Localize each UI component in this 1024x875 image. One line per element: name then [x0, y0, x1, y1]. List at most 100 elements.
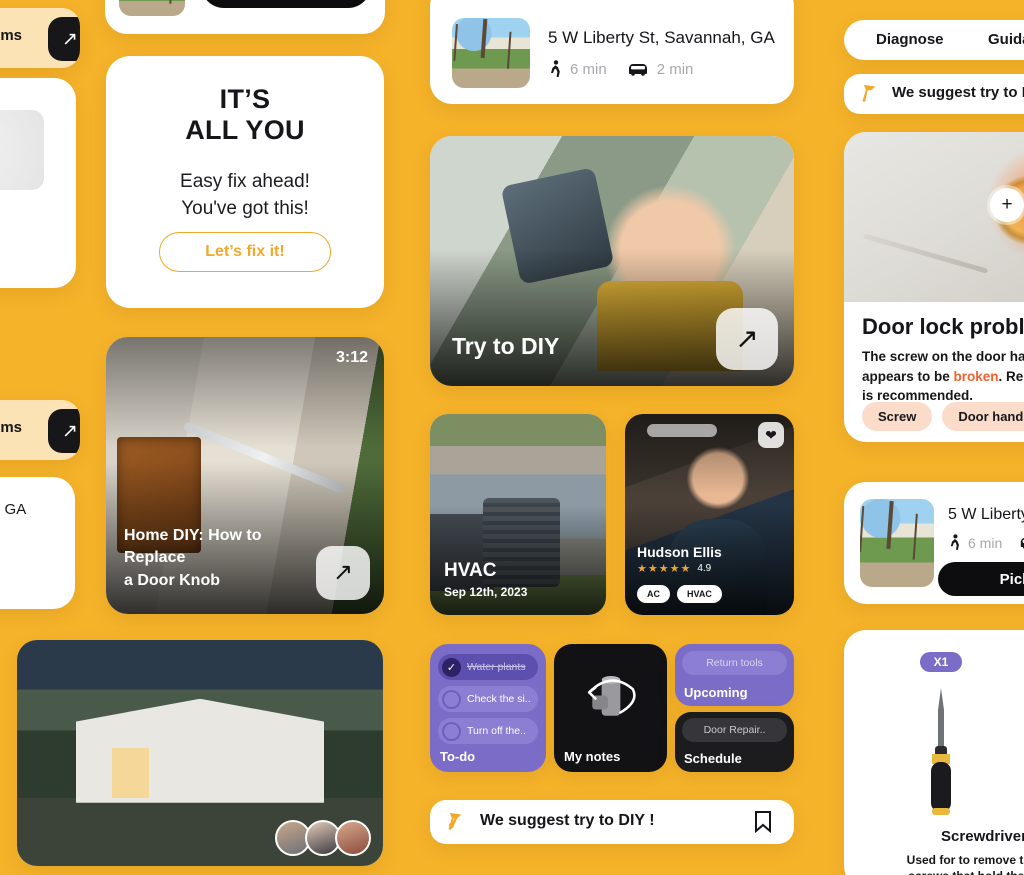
hvac-card[interactable]: HVAC Sep 12th, 2023 [430, 414, 606, 615]
arrow-up-right-icon[interactable]: ↗ [48, 409, 80, 453]
pipe-3d-icon [587, 675, 636, 716]
notes-widget[interactable]: My notes [554, 644, 667, 772]
cut-tool-desc-3: frame. [0, 260, 76, 276]
schedule-item[interactable]: Door Repair.. [682, 718, 787, 742]
diagnosis-tag[interactable]: Screw [862, 402, 933, 431]
cut-card-pickup-top[interactable] [105, 0, 385, 34]
address-text: 5 W Liberty St, Savannah, GA [548, 28, 775, 47]
cut-badge-top-label: ems [0, 27, 23, 44]
cut-card-tool-detail[interactable]: er e the two ne strike frame. [0, 78, 76, 288]
address-card-center[interactable]: 5 W Liberty St, Savannah, GA 6 min 2 min [430, 0, 794, 104]
pro-card[interactable]: ❤ Hudson Ellis ★★★★★ 4.9 AC HVAC [625, 414, 794, 615]
lets-fix-it-button[interactable]: Let’s fix it! [159, 232, 331, 272]
todo-item[interactable]: Check the si.. [438, 686, 538, 712]
cut-badge-mid-label: ems [0, 419, 23, 436]
plus-icon[interactable]: + [990, 188, 1024, 222]
diy-hero-card[interactable]: Try to DIY ↗ [430, 136, 794, 386]
todo-item-label: Check the si.. [467, 693, 531, 705]
tabs-diagnose-guidance[interactable]: Diagnose Guidance [844, 20, 1024, 60]
diagnosis-card[interactable]: + Door lock problem The screw on the doo… [844, 132, 1024, 442]
pro-tag[interactable]: AC [637, 585, 670, 603]
cut-tool-desc-2: ne strike [0, 245, 76, 261]
arrow-up-right-icon[interactable]: ↗ [316, 546, 370, 600]
todo-item[interactable]: Turn off the.. [438, 718, 538, 744]
todo-item-label: Turn off the.. [467, 725, 526, 737]
todo-item-label: Water plants [467, 661, 526, 673]
suggest-banner-right-text: We suggest try to DIY ! [892, 84, 1024, 101]
motivation-title-line2: ALL YOU [185, 115, 305, 146]
hammer-icon [448, 812, 462, 830]
todo-item-done[interactable]: ✓ Water plants [438, 654, 538, 680]
notes-widget-title: My notes [564, 749, 621, 764]
address-thumbnail [452, 18, 530, 88]
cut-tool-desc-1: e the two [0, 229, 76, 245]
arrow-up-right-icon[interactable]: ↗ [716, 308, 778, 370]
hvac-title: HVAC [444, 560, 497, 581]
pickup-here-button[interactable]: Pick up h [938, 562, 1024, 596]
walk-time: 6 min [570, 60, 607, 78]
motivation-sub-line1: Easy fix ahead! [180, 170, 310, 192]
diagnosis-desc-2: appears to be [862, 368, 954, 384]
video-duration: 3:12 [335, 349, 368, 366]
checkbox-empty-icon[interactable] [442, 689, 461, 709]
cut-tool-title: er [0, 208, 76, 225]
video-card-door-knob[interactable]: 3:12 Home DIY: How to Replace a Door Kno… [106, 337, 384, 614]
diy-hero-title: Try to DIY [452, 333, 560, 359]
avatar[interactable] [335, 820, 371, 856]
diagnosis-tag[interactable]: Door handle [942, 402, 1024, 431]
suggest-banner-text: We suggest try to DIY ! [480, 812, 655, 829]
car-icon [1021, 538, 1024, 549]
motivation-title-line1: IT’S [219, 84, 271, 114]
diagnosis-desc-highlight: broken [953, 368, 999, 384]
arrow-up-right-icon[interactable]: ↗ [48, 17, 80, 61]
bookmark-icon[interactable] [754, 811, 772, 833]
tab-diagnose[interactable]: Diagnose [876, 31, 944, 48]
pro-tag[interactable]: HVAC [677, 585, 722, 603]
schedule-widget-title: Schedule [684, 751, 742, 766]
cut-card-similar-problems-mid[interactable]: ems ↗ [0, 400, 80, 460]
upcoming-widget-title: Upcoming [684, 685, 748, 700]
video-title-line2: a Door Knob [124, 571, 220, 589]
motivation-sub-line2: You've got this! [181, 197, 309, 219]
thumbnail [119, 0, 185, 16]
checkbox-empty-icon[interactable] [442, 721, 461, 741]
motivation-card: IT’S ALL YOU Easy fix ahead! You've got … [106, 56, 384, 308]
hvac-date: Sep 12th, 2023 [444, 585, 528, 599]
cut-card-pickup[interactable]: vannah, GA in ere [0, 477, 75, 609]
pro-name: Hudson Ellis [637, 544, 722, 560]
tool-quantity-badge: X1 [920, 652, 962, 672]
pro-banner-strip [647, 424, 717, 437]
tool-desc-1: Used for to remove the two [906, 853, 1024, 867]
tool-name: Screwdriver [941, 828, 1024, 845]
video-title-line1: Home DIY: How to Replace [124, 526, 262, 567]
cut-card-similar-problems-top[interactable]: ems ↗ [0, 8, 80, 68]
house-card[interactable] [17, 640, 383, 866]
upcoming-widget[interactable]: Return tools Upcoming [675, 644, 794, 706]
address-right-text: 5 W Liberty St, S.. [948, 506, 1024, 523]
diagnosis-desc-1: The screw on the door handle [862, 349, 1024, 364]
app-showcase-canvas: ems ↗ ems ↗ er e the two ne strike frame… [0, 0, 1024, 875]
screwdriver-image [931, 688, 951, 815]
diagnosis-desc-3: . Replace [998, 368, 1024, 384]
upcoming-item[interactable]: Return tools [682, 651, 787, 675]
tool-card-screwdriver[interactable]: X1 Screwdriver Used for to remove the tw… [844, 630, 1024, 875]
check-icon: ✓ [442, 657, 461, 677]
hammer-icon [862, 84, 876, 102]
cut-top-pickup-button[interactable] [201, 0, 371, 8]
suggest-banner-right[interactable]: We suggest try to DIY ! [844, 74, 1024, 114]
address-thumbnail [860, 499, 934, 587]
schedule-widget[interactable]: Door Repair.. Schedule [675, 712, 794, 772]
tab-guidance[interactable]: Guidance [988, 31, 1024, 48]
heart-icon[interactable]: ❤ [758, 422, 784, 448]
address-card-right[interactable]: 5 W Liberty St, S.. 6 min 2 Pick up h [844, 482, 1024, 604]
cut-pickup-address: vannah, GA [0, 501, 27, 518]
drive-time: 2 min [656, 60, 694, 78]
tool-image [0, 110, 44, 190]
walking-icon [551, 60, 560, 77]
suggest-banner-bottom[interactable]: ✓ We suggest try to DIY ! [430, 800, 794, 844]
todo-widget[interactable]: ✓ Water plants Check the si.. Turn off t… [430, 644, 546, 772]
tool-desc-2: screws that hold the strike [844, 868, 1024, 875]
walk-time: 6 min [968, 534, 1003, 551]
todo-widget-title: To-do [440, 749, 476, 764]
pro-rating: 4.9 [697, 563, 712, 574]
